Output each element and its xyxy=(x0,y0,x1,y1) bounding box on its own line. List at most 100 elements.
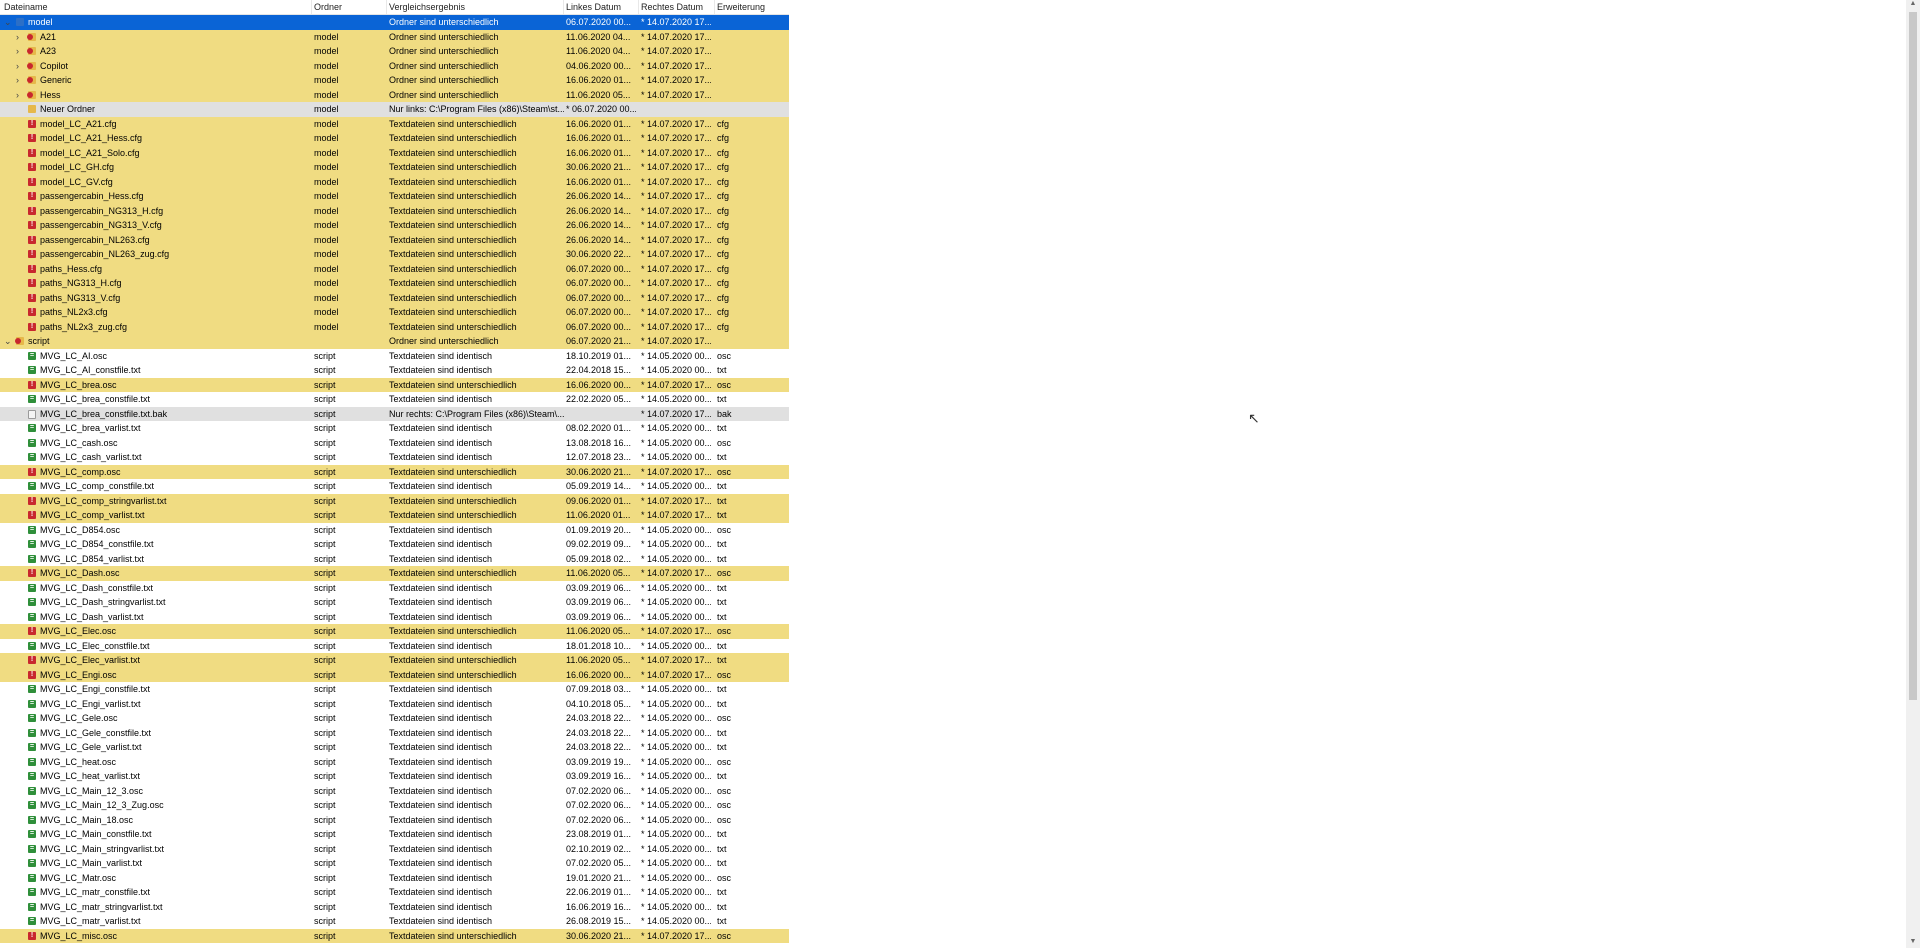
expand-chevron-icon[interactable]: › xyxy=(16,30,19,45)
expand-chevron-icon[interactable]: › xyxy=(16,73,19,88)
root-folder-icon xyxy=(16,18,24,26)
scroll-up-icon[interactable]: ▲ xyxy=(1906,0,1920,10)
table-row[interactable]: = MVG_LC_matr_stringvarlist.txt script Text… xyxy=(0,899,789,914)
table-row[interactable]: ! model_LC_A21_Solo.cfg model Textdateien s… xyxy=(0,145,789,160)
header-divider[interactable] xyxy=(638,0,639,14)
table-row[interactable]: = MVG_LC_Main_constfile.txt script Textdate… xyxy=(0,827,789,842)
table-row[interactable]: ⌄ model Ordner sind unterschiedlich 06.07.2… xyxy=(0,15,789,30)
table-row[interactable]: = MVG_LC_matr_varlist.txt script Textdateie… xyxy=(0,914,789,929)
table-row[interactable]: › Hess model Ordner sind unterschiedlich 11.… xyxy=(0,87,789,103)
table-row[interactable]: ! paths_NL2x3.cfg model Textdateien sind un… xyxy=(0,305,789,320)
table-row[interactable]: ! passengercabin_NG313_H.cfg model Textdate… xyxy=(0,203,789,218)
table-row[interactable]: ! model_LC_GV.cfg model Textdateien sind un… xyxy=(0,174,789,189)
table-row[interactable]: = MVG_LC_D854_varlist.txt script Textdateie… xyxy=(0,551,789,566)
table-row[interactable]: = MVG_LC_Dash_constfile.txt script Textdate… xyxy=(0,580,789,595)
table-row[interactable]: = MVG_LC_brea_varlist.txt script Textdateie… xyxy=(0,421,789,436)
table-row[interactable]: = MVG_LC_Main_12_3.osc script Textdateien s… xyxy=(0,783,789,798)
table-row[interactable]: = MVG_LC_cash.osc script Textdateien sind i… xyxy=(0,435,789,450)
table-row[interactable]: › A21 model Ordner sind unterschiedlich 11.0… xyxy=(0,29,789,45)
table-row[interactable]: = MVG_LC_AI.osc script Textdateien sind ide… xyxy=(0,348,789,363)
table-row[interactable]: ! MVG_LC_Engi.osc script Textdateien sind u… xyxy=(0,667,789,682)
left-date: 07.02.2020 06... xyxy=(566,800,632,810)
file-name: MVG_LC_matr_constfile.txt xyxy=(40,887,151,897)
table-row[interactable]: = MVG_LC_Dash_stringvarlist.txt script Text… xyxy=(0,595,789,610)
header-divider[interactable] xyxy=(714,0,715,14)
scrollbar-thumb[interactable] xyxy=(1909,12,1917,700)
table-row[interactable]: ! paths_NG313_H.cfg model Textdateien sind … xyxy=(0,276,789,291)
header-left-date[interactable]: Linkes Datum xyxy=(566,2,621,12)
table-row[interactable]: ! MVG_LC_comp.osc script Textdateien sind u… xyxy=(0,464,789,479)
folder-name: model xyxy=(314,147,339,158)
expand-chevron-icon[interactable]: › xyxy=(16,59,19,74)
header-divider[interactable] xyxy=(563,0,564,14)
table-row[interactable]: = MVG_LC_Elec_constfile.txt script Textdate… xyxy=(0,638,789,653)
different-file-icon: ! xyxy=(28,148,36,157)
left-date: 16.06.2020 00... xyxy=(566,379,632,390)
expand-chevron-icon[interactable]: › xyxy=(16,88,19,103)
table-row[interactable]: ! passengercabin_NL263.cfg model Textdateie… xyxy=(0,232,789,247)
table-row[interactable]: = MVG_LC_Engi_constfile.txt script Textdate… xyxy=(0,682,789,697)
scroll-down-icon[interactable]: ▼ xyxy=(1906,938,1920,948)
table-row[interactable]: = MVG_LC_Gele_varlist.txt script Textdateie… xyxy=(0,740,789,755)
header-result[interactable]: Vergleichsergebnis xyxy=(389,2,465,12)
table-row[interactable]: › Generic model Ordner sind unterschiedlich… xyxy=(0,73,789,88)
table-row[interactable]: = MVG_LC_Gele.osc script Textdateien sind i… xyxy=(0,711,789,726)
table-row[interactable]: ! passengercabin_NL263_zug.cfg model Textda… xyxy=(0,247,789,262)
table-row[interactable]: = MVG_LC_D854.osc script Textdateien sind i… xyxy=(0,522,789,537)
table-row[interactable]: ! paths_NG313_V.cfg model Textdateien sind … xyxy=(0,290,789,305)
collapse-chevron-icon[interactable]: ⌄ xyxy=(4,15,12,30)
table-row[interactable]: ! paths_Hess.cfg model Textdateien sind unt… xyxy=(0,261,789,276)
table-row[interactable]: = MVG_LC_Main_stringvarlist.txt script Text… xyxy=(0,841,789,856)
table-row[interactable]: ! MVG_LC_Dash.osc script Textdateien sind u… xyxy=(0,566,789,581)
right-date: * 14.05.2020 00... xyxy=(641,582,711,593)
table-row[interactable]: ! model_LC_A21.cfg model Textdateien sind u… xyxy=(0,116,789,131)
header-extension[interactable]: Erweiterung xyxy=(717,2,765,12)
table-row[interactable]: ! MVG_LC_Elec_varlist.txt script Textdateie… xyxy=(0,653,789,668)
table-row[interactable]: = MVG_LC_matr_constfile.txt script Textdate… xyxy=(0,885,789,900)
table-row[interactable]: = MVG_LC_heat_varlist.txt script Textdateie… xyxy=(0,769,789,784)
table-row[interactable]: = MVG_LC_Main_varlist.txt script Textdateie… xyxy=(0,856,789,871)
table-row[interactable]: ! model_LC_A21_Hess.cfg model Textdateien s… xyxy=(0,131,789,146)
table-row[interactable]: = MVG_LC_AI_constfile.txt script Textdateie… xyxy=(0,363,789,378)
table-row[interactable]: = MVG_LC_D854_constfile.txt script Textdate… xyxy=(0,537,789,552)
right-date: * 14.07.2020 17... xyxy=(641,495,711,506)
table-row[interactable]: = MVG_LC_Dash_varlist.txt script Textdateie… xyxy=(0,609,789,624)
header-right-date[interactable]: Rechtes Datum xyxy=(641,2,703,12)
table-row[interactable]: ⌄ script Ordner sind unterschiedlich 06.07.… xyxy=(0,334,789,349)
folder-name: script xyxy=(314,539,336,549)
collapse-chevron-icon[interactable]: ⌄ xyxy=(4,334,12,349)
table-row[interactable]: ! passengercabin_Hess.cfg model Textdateien… xyxy=(0,189,789,204)
table-row[interactable]: ! passengercabin_NG313_V.cfg model Textdate… xyxy=(0,218,789,233)
vertical-scrollbar[interactable]: ▲ ▼ xyxy=(1906,0,1920,948)
table-row[interactable]: = MVG_LC_comp_constfile.txt script Textdate… xyxy=(0,479,789,494)
table-row[interactable]: ! MVG_LC_comp_stringvarlist.txt script Text… xyxy=(0,493,789,508)
header-folder[interactable]: Ordner xyxy=(314,2,342,12)
table-row[interactable]: › A23 model Ordner sind unterschiedlich 11.0… xyxy=(0,44,789,59)
table-row[interactable]: = MVG_LC_Gele_constfile.txt script Textdate… xyxy=(0,725,789,740)
table-row[interactable]: = MVG_LC_Main_12_3_Zug.osc script Textdatei… xyxy=(0,798,789,813)
table-row[interactable]: ! model_LC_GH.cfg model Textdateien sind un… xyxy=(0,160,789,175)
table-row[interactable]: = MVG_LC_cash_varlist.txt script Textdateie… xyxy=(0,450,789,465)
table-row[interactable]: ! MVG_LC_brea.osc script Textdateien sind u… xyxy=(0,377,789,392)
table-row[interactable]: ! paths_NL2x3_zug.cfg model Textdateien sin… xyxy=(0,319,789,334)
expand-chevron-icon[interactable]: › xyxy=(16,44,19,59)
table-row[interactable]: = MVG_LC_brea_constfile.txt script Textdate… xyxy=(0,392,789,407)
table-row[interactable]: ! MVG_LC_misc.osc script Textdateien sind u… xyxy=(0,928,789,943)
file-extension: cfg xyxy=(717,162,730,172)
header-name[interactable]: Dateiname xyxy=(4,2,48,12)
table-row[interactable]: › Copilot model Ordner sind unterschiedlich… xyxy=(0,58,789,74)
table-row[interactable]: = MVG_LC_Matr.osc script Textdateien sind i… xyxy=(0,870,789,885)
table-row[interactable]: Neuer Ordner model Nur links: C:\Program F… xyxy=(0,102,789,117)
table-row[interactable]: MVG_LC_brea_constfile.txt.bak script Nur r… xyxy=(0,406,789,421)
table-row[interactable]: = MVG_LC_heat.osc script Textdateien sind i… xyxy=(0,754,789,769)
right-date: * 14.05.2020 00... xyxy=(641,437,711,448)
table-row[interactable]: = MVG_LC_Main_18.osc script Textdateien sin… xyxy=(0,812,789,827)
identical-file-icon: = xyxy=(28,583,36,592)
table-row[interactable]: = MVG_LC_Engi_varlist.txt script Textdateie… xyxy=(0,696,789,711)
header-divider[interactable] xyxy=(386,0,387,14)
table-row[interactable]: ! MVG_LC_comp_varlist.txt script Textdateie… xyxy=(0,508,789,523)
file-name: paths_NL2x3.cfg xyxy=(40,307,108,317)
table-row[interactable]: ! MVG_LC_Elec.osc script Textdateien sind u… xyxy=(0,624,789,639)
file-name: MVG_LC_heat.osc xyxy=(40,756,117,767)
header-divider[interactable] xyxy=(311,0,312,14)
